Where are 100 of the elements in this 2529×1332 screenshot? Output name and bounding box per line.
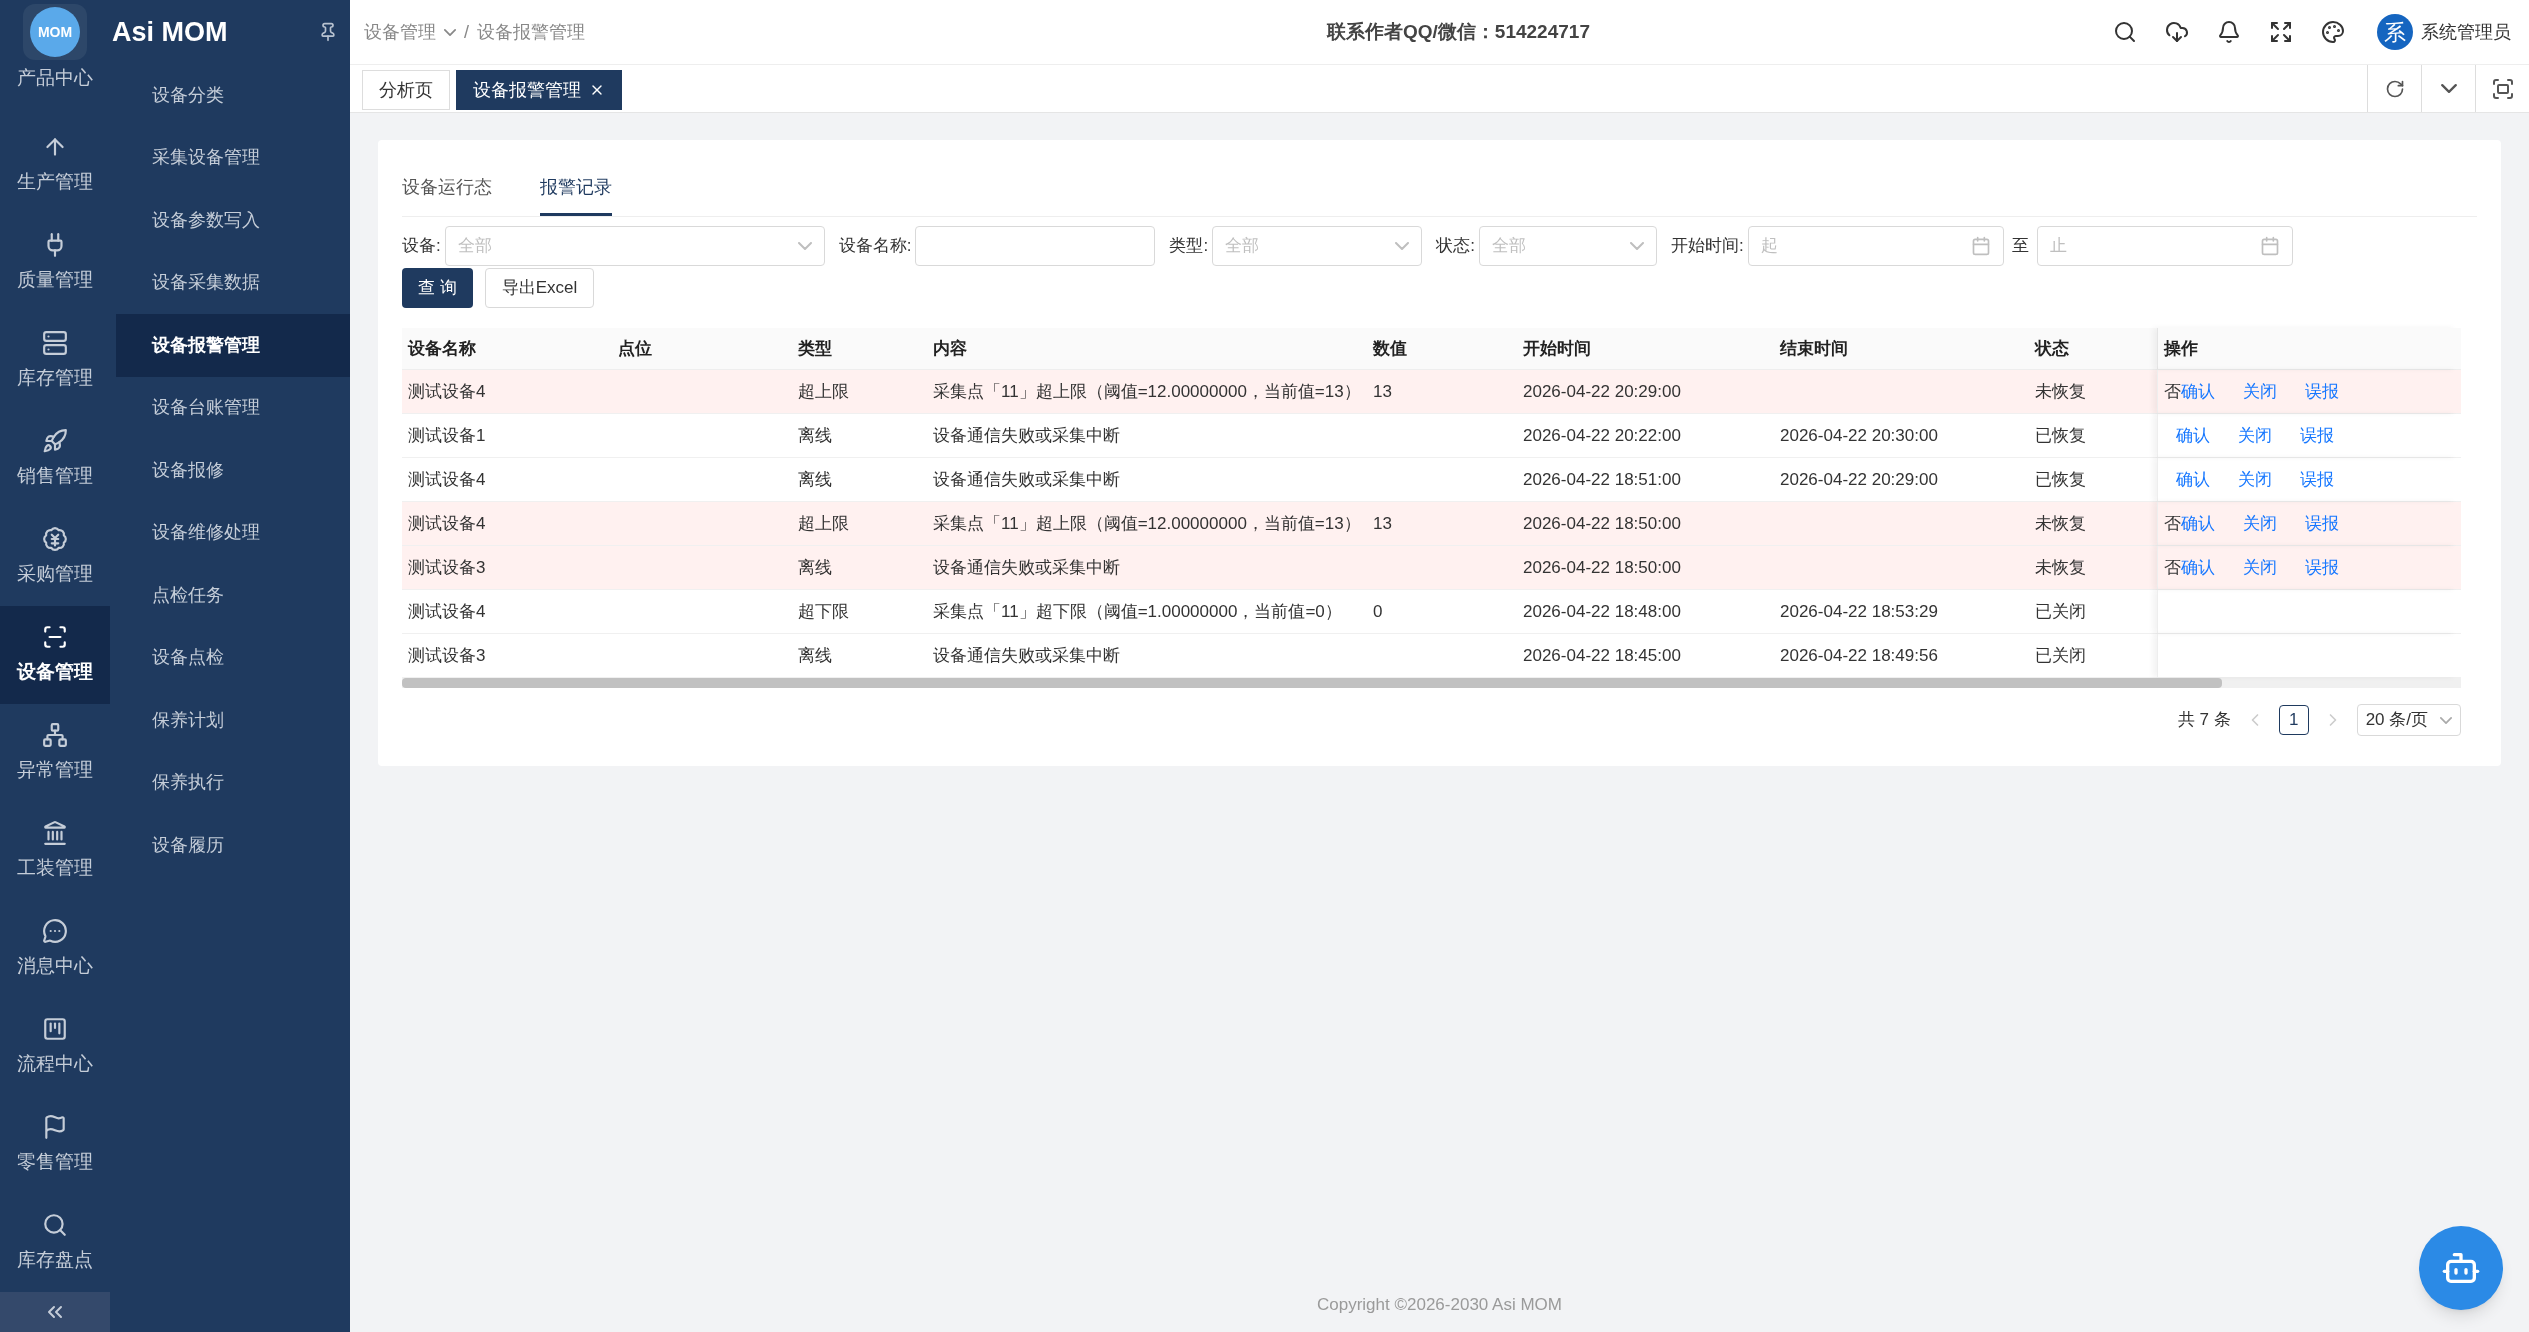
submenu-item[interactable]: 保养计划 [116, 689, 350, 752]
action-link[interactable]: 确认 [2181, 510, 2215, 537]
table-cell-text: 已关闭 [2035, 644, 2086, 667]
app-title: Asi MOM [112, 15, 228, 49]
table-cell-text: 13 [1373, 512, 1392, 535]
query-button[interactable]: 查 询 [402, 268, 473, 308]
table-cell-text: 2026-04-22 20:22:00 [1523, 424, 1681, 447]
page-size-select[interactable]: 20 条/页 [2356, 704, 2461, 736]
table-cell-text: 测试设备4 [408, 600, 486, 623]
cloud-download-icon[interactable] [2165, 20, 2189, 44]
bell-icon[interactable] [2217, 20, 2241, 44]
action-link[interactable]: 关闭 [2243, 378, 2277, 405]
table-cell-text: 采集点「11」超下限（阈值=1.00000000，当前值=0） [933, 600, 1342, 623]
table-cell-text: 设备通信失败或采集中断 [933, 644, 1120, 667]
nav-item[interactable]: 生产管理 [0, 116, 110, 214]
action-link[interactable]: 关闭 [2243, 554, 2277, 581]
table-cell-text: 超上限 [798, 512, 849, 535]
table-cell-text: 设备通信失败或采集中断 [933, 468, 1120, 491]
range-separator: 至 [2011, 235, 2029, 258]
table-cell-text: 离线 [798, 644, 832, 667]
copyright: Copyright ©2026-2030 Asi MOM [1317, 1294, 1562, 1316]
column-header: 类型 [797, 337, 833, 360]
action-link[interactable]: 确认 [2176, 422, 2210, 449]
nav-item[interactable]: 采购管理 [0, 508, 110, 606]
table-cell-text: 测试设备3 [408, 556, 486, 579]
submenu-item[interactable]: 设备报警管理 [116, 314, 350, 377]
table-cell-text: 否 [2164, 556, 2181, 579]
chevron-down-icon [1395, 242, 1410, 250]
column-header: 数值 [1372, 337, 1408, 360]
nav-item[interactable]: 消息中心 [0, 900, 110, 998]
action-link[interactable]: 误报 [2300, 422, 2334, 449]
action-link[interactable]: 误报 [2305, 554, 2339, 581]
submenu-item[interactable]: 设备履历 [116, 814, 350, 877]
nav-item[interactable]: 质量管理 [0, 214, 110, 312]
palette-icon[interactable] [2321, 20, 2345, 44]
text-field[interactable] [915, 226, 1156, 266]
table-cell-text: 设备通信失败或采集中断 [933, 556, 1120, 579]
view-tab[interactable]: 设备运行态 [402, 174, 492, 216]
submenu-item[interactable]: 采集设备管理 [116, 126, 350, 189]
action-link[interactable]: 确认 [2181, 554, 2215, 581]
table-cell-text: 测试设备4 [408, 380, 486, 403]
table-cell-text: 2026-04-22 18:51:00 [1523, 468, 1681, 491]
table-cell-text: 已恢复 [2035, 468, 2086, 491]
search-icon[interactable] [2113, 20, 2137, 44]
action-link[interactable]: 误报 [2305, 378, 2339, 405]
yen-badge-icon [42, 525, 68, 552]
submenu-item[interactable]: 设备台账管理 [116, 376, 350, 439]
rocket-icon [42, 427, 68, 454]
pin-icon[interactable] [318, 22, 338, 42]
submenu-item[interactable]: 设备采集数据 [116, 251, 350, 314]
total-count: 共 7 条 [2177, 709, 2231, 732]
chevron-down-icon [2440, 84, 2457, 93]
calendar-icon [1970, 236, 1991, 256]
nav-item[interactable]: 库存管理 [0, 312, 110, 410]
filter-label: 设备: [402, 235, 441, 258]
nav-item[interactable]: 产品中心 [0, 64, 110, 116]
nav-item[interactable]: 流程中心 [0, 998, 110, 1096]
export-button[interactable]: 导出Excel [484, 268, 595, 308]
nav-item[interactable]: 工装管理 [0, 802, 110, 900]
submenu-item[interactable]: 设备分类 [116, 64, 350, 127]
breadcrumb-item[interactable]: 设备管理 [364, 18, 436, 46]
submenu-item[interactable]: 设备报修 [116, 439, 350, 502]
nav-item[interactable]: 销售管理 [0, 410, 110, 508]
table-cell-text: 2026-04-22 18:48:00 [1523, 600, 1681, 623]
table-cell-text: 2026-04-22 18:53:29 [1780, 600, 1938, 623]
action-link[interactable]: 确认 [2181, 378, 2215, 405]
page-tab[interactable]: 分析页 [362, 70, 450, 110]
column-header: 点位 [617, 337, 653, 360]
table-cell-text: 超上限 [798, 380, 849, 403]
chevron-down-icon [444, 28, 456, 36]
breadcrumb-item[interactable]: 设备报警管理 [477, 18, 585, 46]
submenu-item[interactable]: 设备参数写入 [116, 189, 350, 252]
nav-item[interactable]: 异常管理 [0, 704, 110, 802]
action-link[interactable]: 关闭 [2238, 422, 2272, 449]
table-cell-text: 离线 [798, 556, 832, 579]
table-cell-text: 测试设备3 [408, 644, 486, 667]
submenu-item[interactable]: 设备维修处理 [116, 501, 350, 564]
action-link[interactable]: 误报 [2300, 466, 2334, 493]
fullscreen-icon [2490, 76, 2515, 101]
page-tab[interactable]: 设备报警管理 [456, 70, 622, 110]
user-name[interactable]: 系统管理员 [2421, 18, 2511, 46]
submenu-item[interactable]: 设备点检 [116, 626, 350, 689]
bank-icon [42, 819, 68, 846]
nav-item[interactable]: 设备管理 [0, 606, 110, 704]
submenu-item[interactable]: 点检任务 [116, 564, 350, 627]
user-avatar[interactable]: 系 [2377, 14, 2413, 50]
nav-item[interactable]: 零售管理 [0, 1096, 110, 1194]
magnifier-icon [42, 1211, 68, 1238]
action-link[interactable]: 关闭 [2243, 510, 2277, 537]
view-tab[interactable]: 报警记录 [540, 174, 612, 216]
logo: MOM [23, 4, 87, 60]
table-cell-text: 未恢复 [2035, 556, 2086, 579]
action-link[interactable]: 关闭 [2238, 466, 2272, 493]
nav-item[interactable]: 库存盘点 [0, 1194, 110, 1292]
submenu-item[interactable]: 保养执行 [116, 751, 350, 814]
action-link[interactable]: 确认 [2176, 466, 2210, 493]
table-cell-text: 否 [2164, 380, 2181, 403]
fullscreen-icon[interactable] [2269, 20, 2293, 44]
action-link[interactable]: 误报 [2305, 510, 2339, 537]
page-number[interactable]: 1 [2278, 705, 2309, 735]
